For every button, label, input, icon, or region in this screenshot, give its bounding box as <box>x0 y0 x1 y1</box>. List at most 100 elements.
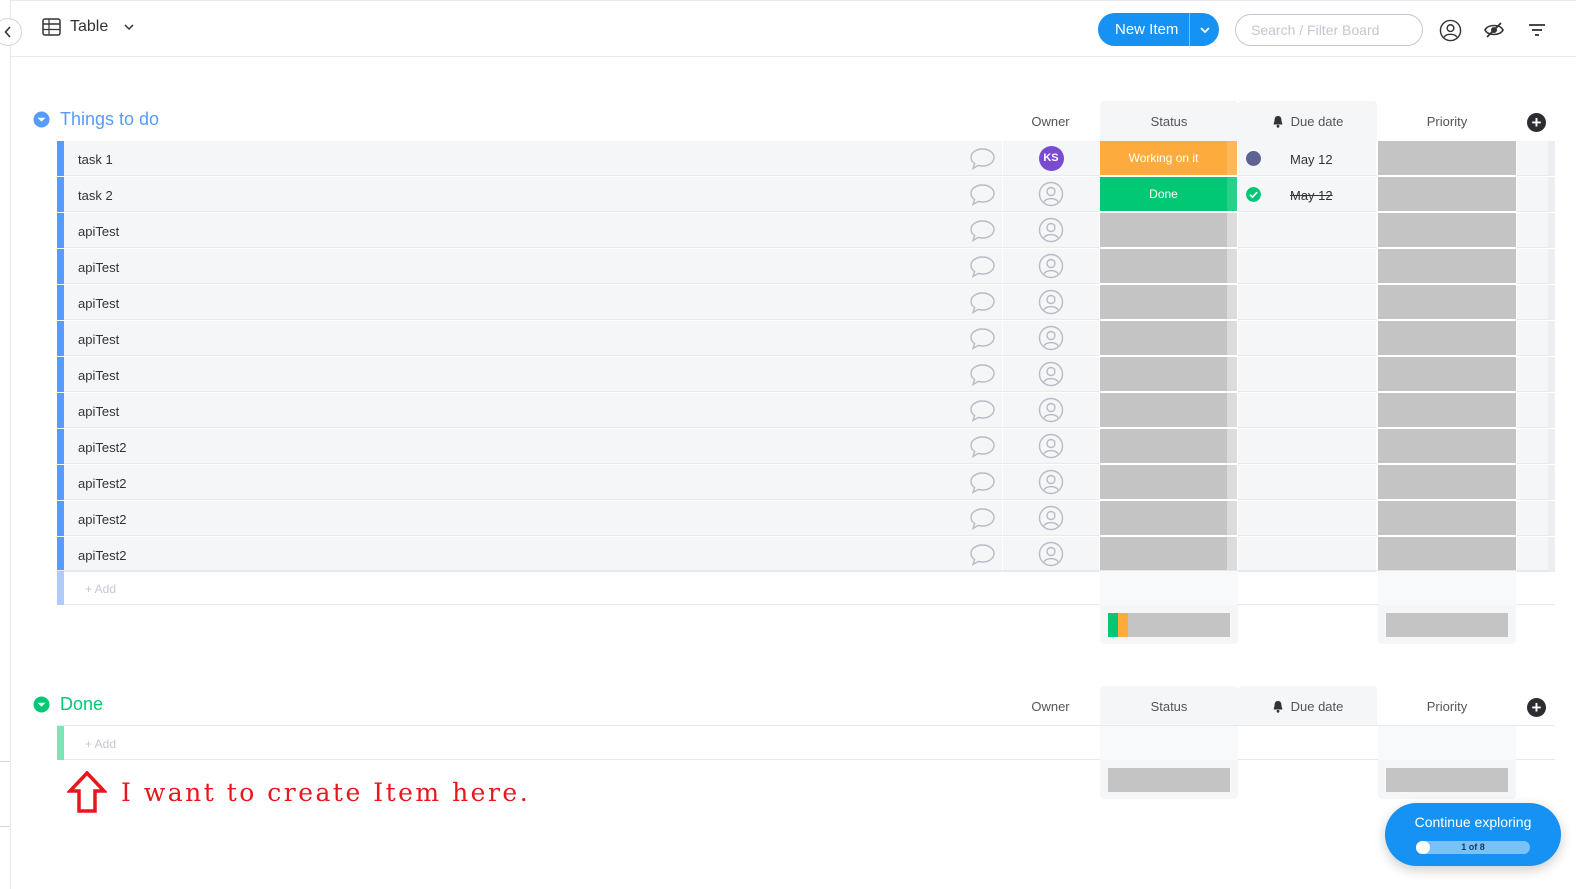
status-cell[interactable] <box>1100 213 1237 248</box>
priority-cell[interactable] <box>1378 537 1516 571</box>
due-date-value[interactable]: May 12 <box>1290 188 1333 203</box>
new-item-dropdown[interactable] <box>1189 13 1219 46</box>
group-title[interactable]: Things to do <box>60 109 159 130</box>
due-date-cell[interactable] <box>1238 393 1376 428</box>
item-name[interactable]: apiTest <box>78 224 119 239</box>
status-summary[interactable] <box>1100 760 1238 799</box>
priority-cell[interactable] <box>1378 465 1516 499</box>
item-name-cell[interactable]: apiTest <box>64 285 1002 320</box>
conversation-icon[interactable] <box>969 291 996 315</box>
person-filter-button[interactable] <box>1438 18 1462 42</box>
conversation-icon[interactable] <box>969 147 996 171</box>
priority-cell[interactable] <box>1378 429 1516 463</box>
priority-cell[interactable] <box>1378 141 1516 175</box>
conversation-icon[interactable] <box>969 399 996 423</box>
table-row[interactable]: apiTest2 <box>57 501 1555 536</box>
person-placeholder-icon[interactable] <box>1038 253 1064 279</box>
table-row[interactable]: task 2 Done May 12 <box>57 177 1555 212</box>
priority-cell[interactable] <box>1378 357 1516 391</box>
person-placeholder-icon[interactable] <box>1038 325 1064 351</box>
owner-avatar[interactable]: KS <box>1038 145 1064 171</box>
add-item-row[interactable]: + Add <box>57 570 1555 605</box>
person-placeholder-icon[interactable] <box>1038 289 1064 315</box>
owner-cell[interactable] <box>1002 429 1099 464</box>
item-name-cell[interactable]: apiTest <box>64 213 1002 248</box>
table-row[interactable]: apiTest <box>57 393 1555 428</box>
item-name[interactable]: apiTest <box>78 332 119 347</box>
table-row[interactable]: apiTest <box>57 213 1555 248</box>
due-date-cell[interactable] <box>1238 321 1376 356</box>
item-name-cell[interactable]: apiTest <box>64 249 1002 284</box>
item-name[interactable]: apiTest <box>78 296 119 311</box>
status-cell[interactable] <box>1100 501 1237 536</box>
item-name[interactable]: task 1 <box>78 152 113 167</box>
conversation-icon[interactable] <box>969 183 996 207</box>
due-date-cell[interactable] <box>1238 249 1376 284</box>
due-date-cell[interactable]: May 12 <box>1238 141 1376 176</box>
priority-cell[interactable] <box>1378 213 1516 247</box>
status-cell[interactable] <box>1100 465 1237 500</box>
person-placeholder-icon[interactable] <box>1038 397 1064 423</box>
group-header[interactable]: Things to do <box>33 109 159 130</box>
filter-button[interactable] <box>1525 18 1549 42</box>
due-date-value[interactable]: May 12 <box>1290 152 1333 167</box>
table-row[interactable]: apiTest <box>57 321 1555 356</box>
add-item-input[interactable]: + Add <box>85 737 116 751</box>
owner-column-header[interactable]: Owner <box>1002 114 1099 129</box>
table-row[interactable]: apiTest <box>57 285 1555 320</box>
table-row[interactable]: apiTest <box>57 249 1555 284</box>
item-name[interactable]: apiTest2 <box>78 440 126 455</box>
priority-column-header[interactable]: Priority <box>1378 114 1516 129</box>
item-name-cell[interactable]: task 2 <box>64 177 1002 212</box>
new-item-button[interactable]: New Item <box>1098 13 1220 46</box>
item-name[interactable]: apiTest2 <box>78 476 126 491</box>
view-selector[interactable]: Table <box>42 18 135 36</box>
conversation-icon[interactable] <box>969 543 996 567</box>
owner-cell[interactable] <box>1002 285 1099 320</box>
owner-cell[interactable] <box>1002 537 1099 572</box>
owner-cell[interactable] <box>1002 357 1099 392</box>
table-row[interactable]: apiTest2 <box>57 429 1555 464</box>
person-placeholder-icon[interactable] <box>1038 469 1064 495</box>
hide-columns-button[interactable] <box>1482 18 1506 42</box>
status-cell[interactable] <box>1100 321 1237 356</box>
item-name-cell[interactable]: apiTest2 <box>64 501 1002 536</box>
item-name[interactable]: apiTest2 <box>78 548 126 563</box>
table-row[interactable]: apiTest2 <box>57 537 1555 572</box>
status-cell[interactable] <box>1100 429 1237 464</box>
item-name-cell[interactable]: apiTest <box>64 357 1002 392</box>
due-date-cell[interactable] <box>1238 357 1376 392</box>
owner-cell[interactable] <box>1002 249 1099 284</box>
status-cell[interactable] <box>1100 357 1237 392</box>
due-date-column-header[interactable]: Due date <box>1238 114 1377 129</box>
table-row[interactable]: apiTest2 <box>57 465 1555 500</box>
status-cell[interactable] <box>1100 393 1237 428</box>
status-summary[interactable] <box>1100 605 1238 644</box>
status-cell[interactable] <box>1100 537 1237 572</box>
due-date-cell[interactable]: May 12 <box>1238 177 1376 212</box>
conversation-icon[interactable] <box>969 255 996 279</box>
person-placeholder-icon[interactable] <box>1038 361 1064 387</box>
conversation-icon[interactable] <box>969 507 996 531</box>
conversation-icon[interactable] <box>969 471 996 495</box>
add-column-button[interactable]: + <box>1527 698 1546 717</box>
due-date-cell[interactable] <box>1238 429 1376 464</box>
owner-cell[interactable] <box>1002 393 1099 428</box>
item-name[interactable]: apiTest <box>78 404 119 419</box>
item-name[interactable]: apiTest <box>78 260 119 275</box>
priority-cell[interactable] <box>1378 321 1516 355</box>
priority-cell[interactable] <box>1378 177 1516 211</box>
conversation-icon[interactable] <box>969 435 996 459</box>
priority-cell[interactable] <box>1378 249 1516 283</box>
item-name[interactable]: task 2 <box>78 188 113 203</box>
table-row[interactable]: task 1 KS Working on it May 12 <box>57 141 1555 176</box>
due-date-cell[interactable] <box>1238 501 1376 536</box>
due-date-cell[interactable] <box>1238 537 1376 572</box>
status-cell[interactable] <box>1100 285 1237 320</box>
search-input[interactable] <box>1235 14 1423 46</box>
add-item-input[interactable]: + Add <box>85 582 116 596</box>
priority-cell[interactable] <box>1378 393 1516 427</box>
owner-cell[interactable] <box>1002 465 1099 500</box>
person-placeholder-icon[interactable] <box>1038 217 1064 243</box>
item-name-cell[interactable]: apiTest2 <box>64 429 1002 464</box>
